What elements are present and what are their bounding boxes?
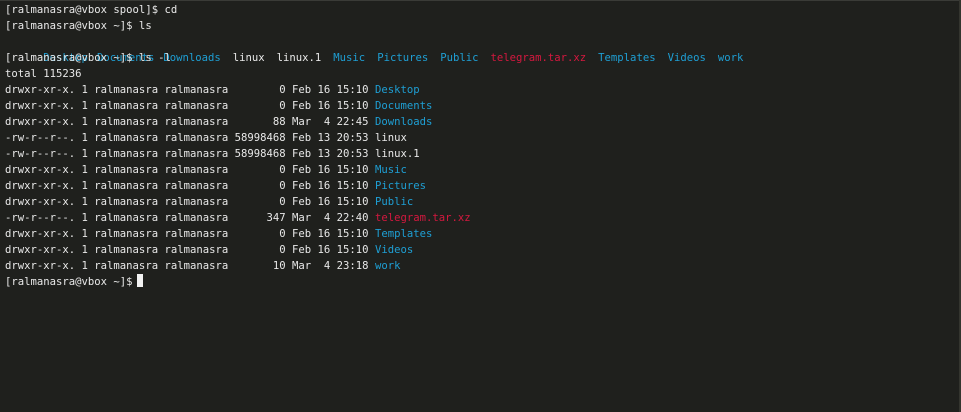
ls-long-meta: drwxr-xr-x. 1 ralmanasra ralmanasra 0 Fe… (5, 180, 375, 192)
ls-long-meta: drwxr-xr-x. 1 ralmanasra ralmanasra 10 M… (5, 260, 375, 272)
ls-long-row-desktop: drwxr-xr-x. 1 ralmanasra ralmanasra 0 Fe… (5, 82, 953, 98)
ls-long-row-work: drwxr-xr-x. 1 ralmanasra ralmanasra 10 M… (5, 258, 953, 274)
prompt-text: [ralmanasra@vbox ~]$ (5, 276, 133, 288)
ls-long-name: Downloads (374, 116, 433, 128)
terminal-line-cd: [ralmanasra@vbox spool]$ cd (5, 4, 178, 16)
ls-long-name: linux (374, 132, 407, 144)
ls-long-row-telegram: -rw-r--r--. 1 ralmanasra ralmanasra 347 … (5, 210, 953, 226)
ls-long-meta: drwxr-xr-x. 1 ralmanasra ralmanasra 88 M… (5, 116, 375, 128)
ls-long-name: Desktop (374, 84, 420, 96)
ls-long-meta: drwxr-xr-x. 1 ralmanasra ralmanasra 0 Fe… (5, 100, 375, 112)
ls-long-name: Videos (374, 244, 414, 256)
ls-item-linux1: linux.1 (276, 52, 322, 64)
terminal-window[interactable]: [ralmanasra@vbox spool]$ cd [ralmanasra@… (0, 0, 961, 412)
ls-long-row-videos: drwxr-xr-x. 1 ralmanasra ralmanasra 0 Fe… (5, 242, 953, 258)
ls-long-row-music: drwxr-xr-x. 1 ralmanasra ralmanasra 0 Fe… (5, 162, 953, 178)
terminal-output: [ralmanasra@vbox spool]$ cd [ralmanasra@… (5, 2, 953, 292)
ls-item-videos: Videos (667, 52, 706, 64)
ls-listing: Desktop Documents Downloads linux linux.1 Mus… (5, 34, 953, 64)
ls-total: total 115236 (5, 68, 82, 80)
ls-item-music: Music (333, 52, 366, 64)
ls-long-name: Templates (374, 228, 433, 240)
ls-long-meta: drwxr-xr-x. 1 ralmanasra ralmanasra 0 Fe… (5, 196, 375, 208)
terminal-line-ls: [ralmanasra@vbox ~]$ ls (5, 20, 152, 32)
ls-item-public: Public (440, 52, 479, 64)
ls-long-name: Public (374, 196, 414, 208)
text-cursor[interactable] (136, 274, 143, 287)
terminal-prompt-line[interactable]: [ralmanasra@vbox ~]$ (5, 274, 953, 290)
ls-long-row-public: drwxr-xr-x. 1 ralmanasra ralmanasra 0 Fe… (5, 194, 953, 210)
ls-item-templates: Templates (598, 52, 656, 64)
ls-long-row-linux: -rw-r--r--. 1 ralmanasra ralmanasra 5899… (5, 130, 953, 146)
ls-long-row-pictures: drwxr-xr-x. 1 ralmanasra ralmanasra 0 Fe… (5, 178, 953, 194)
ls-long-meta: -rw-r--r--. 1 ralmanasra ralmanasra 5899… (5, 148, 375, 160)
ls-item-pictures: Pictures (377, 52, 429, 64)
ls-long-name: linux.1 (374, 148, 420, 160)
ls-long-meta: drwxr-xr-x. 1 ralmanasra ralmanasra 0 Fe… (5, 164, 375, 176)
ls-long-name: Documents (374, 100, 433, 112)
ls-long-name: telegram.tar.xz (374, 212, 471, 224)
ls-long-row-downloads: drwxr-xr-x. 1 ralmanasra ralmanasra 88 M… (5, 114, 953, 130)
ls-long-meta: -rw-r--r--. 1 ralmanasra ralmanasra 5899… (5, 132, 375, 144)
ls-long-row-documents: drwxr-xr-x. 1 ralmanasra ralmanasra 0 Fe… (5, 98, 953, 114)
ls-long-meta: drwxr-xr-x. 1 ralmanasra ralmanasra 0 Fe… (5, 244, 375, 256)
ls-item-work: work (717, 52, 744, 64)
ls-long-name: work (374, 260, 401, 272)
ls-long-meta: drwxr-xr-x. 1 ralmanasra ralmanasra 0 Fe… (5, 228, 375, 240)
ls-item-downloads: Downloads (163, 52, 221, 64)
ls-item-telegram: telegram.tar.xz (490, 52, 587, 64)
terminal-top-border (0, 0, 961, 1)
ls-long-row-linux1: -rw-r--r--. 1 ralmanasra ralmanasra 5899… (5, 146, 953, 162)
ls-item-linux: linux (232, 52, 265, 64)
ls-long-meta: -rw-r--r--. 1 ralmanasra ralmanasra 347 … (5, 212, 375, 224)
ls-long-meta: drwxr-xr-x. 1 ralmanasra ralmanasra 0 Fe… (5, 84, 375, 96)
ls-long-name: Pictures (374, 180, 426, 192)
ls-long-name: Music (374, 164, 407, 176)
ls-long-row-templates: drwxr-xr-x. 1 ralmanasra ralmanasra 0 Fe… (5, 226, 953, 242)
